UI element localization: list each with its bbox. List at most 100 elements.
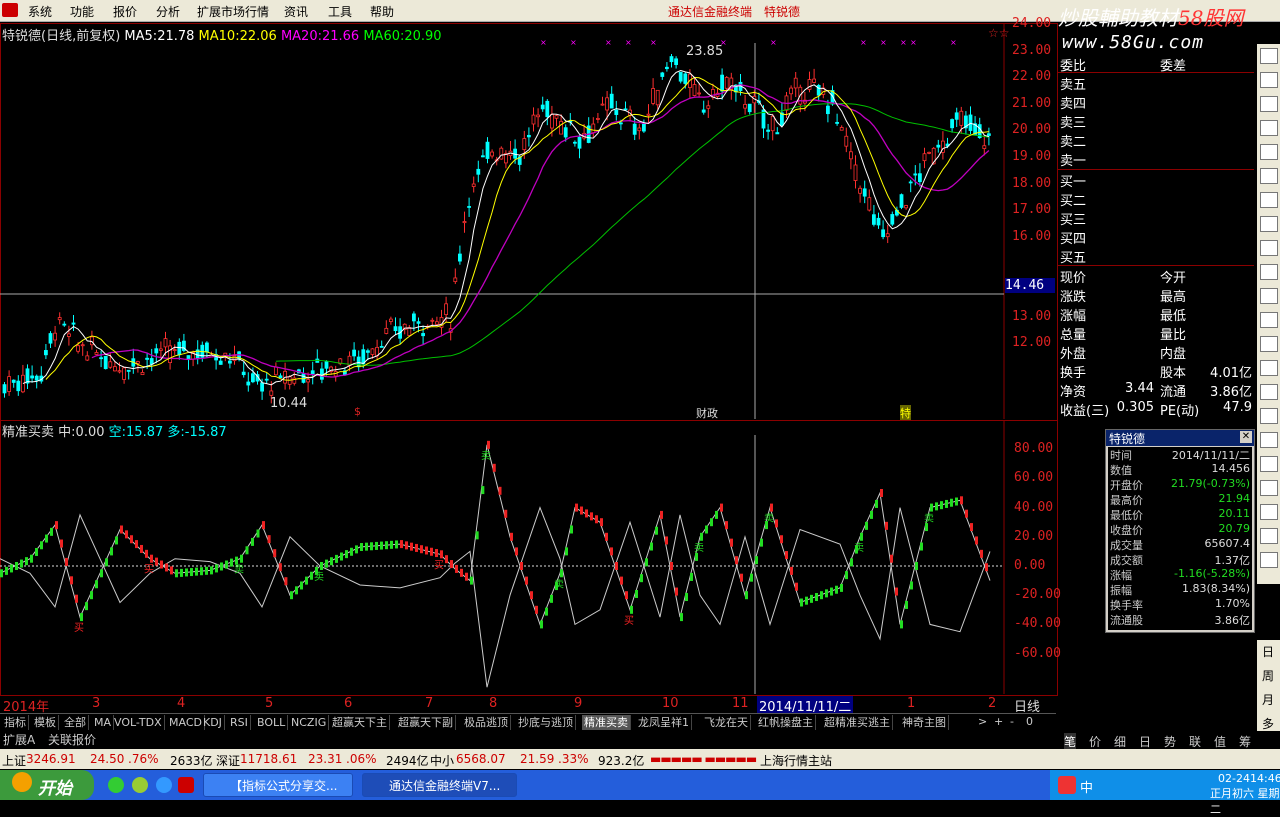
- dollar-icon[interactable]: [1260, 360, 1278, 376]
- move-icon[interactable]: [1260, 384, 1278, 400]
- start-button[interactable]: 开始: [0, 770, 94, 800]
- candle-body: [430, 319, 435, 322]
- indicator-tab[interactable]: VOL-TDX: [112, 715, 165, 730]
- indicator-stick: [430, 547, 433, 556]
- indicator-tab[interactable]: RSI: [228, 715, 251, 730]
- info-popup[interactable]: 特锐德 ✕ 时间 2014/11/11/二 数值 14.456 开盘价 21.79(-0.7…: [1105, 429, 1255, 633]
- f10-icon[interactable]: [1260, 192, 1278, 208]
- right-tab[interactable]: 联: [1189, 733, 1201, 750]
- indicator-tab[interactable]: 红帆操盘主: [756, 715, 816, 730]
- candle-body: [936, 144, 941, 148]
- indicator-tab[interactable]: 全部: [62, 715, 89, 730]
- tab-scroll-button[interactable]: >: [978, 715, 987, 728]
- quicklaunch-icon-3[interactable]: [156, 777, 172, 793]
- f5-icon[interactable]: [1260, 288, 1278, 304]
- indicator-tab[interactable]: KDJ: [201, 715, 225, 730]
- indicator-stick: [340, 552, 343, 561]
- right-tab[interactable]: 价: [1089, 733, 1101, 750]
- pen-icon[interactable]: [1260, 408, 1278, 424]
- menu-item-function[interactable]: 功能: [70, 3, 94, 20]
- x-label-11: 11: [732, 696, 749, 711]
- period-day[interactable]: 日: [1262, 643, 1274, 660]
- menu-item-analysis[interactable]: 分析: [156, 3, 180, 20]
- task-button-forum[interactable]: 【指标公式分享交...: [203, 773, 353, 797]
- window-stock-name: 特锐德: [764, 5, 801, 19]
- info-row-label: 开盘价: [1110, 479, 1143, 492]
- indicator-tab[interactable]: MACD: [167, 715, 205, 730]
- indicator-stick: [575, 503, 578, 512]
- indicator-tab[interactable]: 超赢天下副: [396, 715, 456, 730]
- f9-icon[interactable]: [1260, 216, 1278, 232]
- right-tab[interactable]: 筹: [1239, 733, 1251, 750]
- f8-icon[interactable]: [1260, 240, 1278, 256]
- window-icon[interactable]: [1260, 456, 1278, 472]
- right-tab[interactable]: 值: [1214, 733, 1226, 750]
- indicator-tab[interactable]: 超精准买逃主: [822, 715, 893, 730]
- tab-scroll-button[interactable]: 0: [1026, 715, 1033, 728]
- tab-extended-a[interactable]: 扩展A: [3, 731, 35, 748]
- sogou-ime-icon[interactable]: [1058, 776, 1076, 794]
- menu-item-help[interactable]: 帮助: [370, 3, 394, 20]
- right-tab[interactable]: 细: [1114, 733, 1126, 750]
- grid2-icon[interactable]: [1260, 168, 1278, 184]
- task-button-tdx[interactable]: 通达信金融终端V7...: [362, 773, 517, 797]
- indicator-stick: [775, 519, 778, 528]
- indicator-tab[interactable]: 精准买卖: [582, 715, 631, 730]
- menu-item-tools[interactable]: 工具: [328, 3, 352, 20]
- menu-item-extended-market[interactable]: 扩展市场行情: [197, 3, 269, 20]
- close-icon[interactable]: ✕: [1240, 431, 1252, 443]
- candle-body: [922, 153, 927, 162]
- ime-label[interactable]: 中: [1080, 777, 1093, 796]
- indicator-tab[interactable]: 龙凤呈祥1: [636, 715, 692, 730]
- indicator-tab[interactable]: 抄底与逃顶: [516, 715, 576, 730]
- list-icon[interactable]: [1260, 96, 1278, 112]
- right-tab[interactable]: 日: [1139, 733, 1151, 750]
- x-label-8: 8: [489, 696, 498, 711]
- quicklaunch-icon-2[interactable]: [132, 777, 148, 793]
- indicator-tab[interactable]: 极品逃顶: [462, 715, 511, 730]
- indicator-stick: [205, 566, 208, 575]
- f12-icon[interactable]: [1260, 264, 1278, 280]
- chart-icon[interactable]: [1260, 144, 1278, 160]
- quicklaunch-icon-4[interactable]: [178, 777, 194, 793]
- period-multi[interactable]: 多: [1262, 715, 1274, 732]
- grid-icon[interactable]: [1260, 120, 1278, 136]
- star-icon[interactable]: [1260, 552, 1278, 568]
- sum-icon[interactable]: [1260, 504, 1278, 520]
- indicator-tab[interactable]: 指标: [2, 715, 29, 730]
- candle-body: [471, 183, 476, 187]
- box-icon[interactable]: [1260, 312, 1278, 328]
- info-row-label: 涨幅: [1110, 569, 1132, 582]
- menu-item-news[interactable]: 资讯: [284, 3, 308, 20]
- menu-item-quote[interactable]: 报价: [113, 3, 137, 20]
- indicator-tab[interactable]: BOLL: [255, 715, 289, 730]
- menu-item-system[interactable]: 系统: [28, 3, 52, 20]
- cursor-price-badge: 14.46: [1005, 278, 1055, 293]
- arrow2-icon[interactable]: [1260, 528, 1278, 544]
- indicator-tab[interactable]: NCZIG: [289, 715, 330, 730]
- right-tab[interactable]: 势: [1164, 733, 1176, 750]
- indicator-stick: [150, 554, 153, 563]
- quicklaunch-icon-1[interactable]: [108, 777, 124, 793]
- tab-scroll-button[interactable]: -: [1010, 715, 1014, 728]
- down-icon[interactable]: [1260, 72, 1278, 88]
- lock-icon[interactable]: [1260, 432, 1278, 448]
- indicator-tab[interactable]: 超赢天下主: [330, 715, 390, 730]
- indicator-stick: [385, 541, 388, 550]
- indicator-tab[interactable]: 神奇主图: [900, 715, 949, 730]
- period-week[interactable]: 周: [1262, 667, 1274, 684]
- station-name[interactable]: 上海行情主站: [760, 752, 832, 769]
- period-month[interactable]: 月: [1262, 691, 1274, 708]
- print-icon[interactable]: [1260, 480, 1278, 496]
- top-signal-marker: ×: [910, 38, 917, 47]
- arrow-icon[interactable]: [1260, 48, 1278, 64]
- indicator-tab[interactable]: MA: [92, 715, 115, 730]
- indicator-stick: [795, 582, 798, 591]
- indicator-tab[interactable]: 模板: [32, 715, 59, 730]
- candle-body: [540, 104, 545, 110]
- tab-scroll-button[interactable]: +: [994, 715, 1003, 728]
- right-tab[interactable]: 笔: [1064, 733, 1077, 750]
- rsi-icon[interactable]: [1260, 336, 1278, 352]
- indicator-tab[interactable]: 飞龙在天: [702, 715, 751, 730]
- tab-related-quote[interactable]: 关联报价: [48, 731, 96, 748]
